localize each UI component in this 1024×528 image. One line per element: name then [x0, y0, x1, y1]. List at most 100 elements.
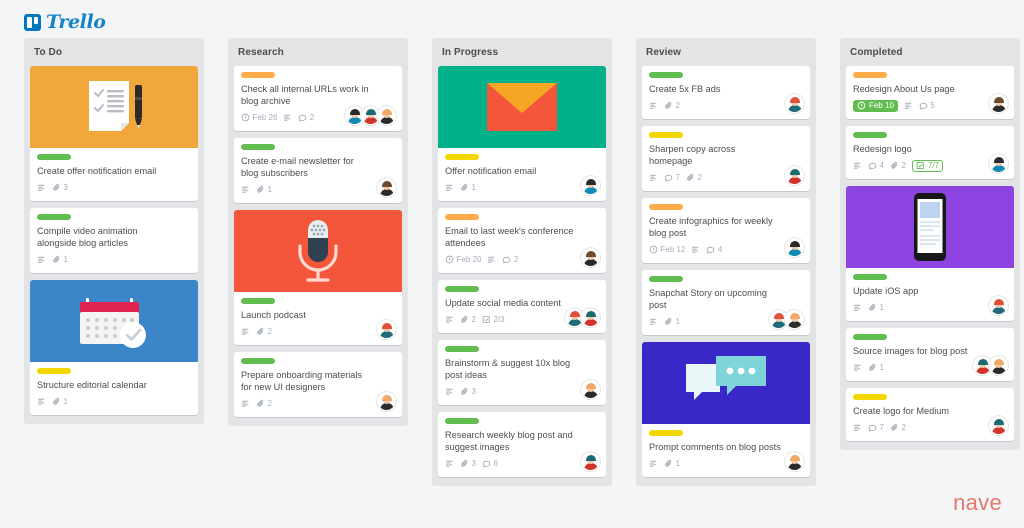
clock-icon — [241, 113, 250, 122]
card-label-green[interactable] — [445, 418, 479, 424]
column-title[interactable]: Completed — [846, 45, 1014, 66]
avatar[interactable] — [785, 238, 804, 257]
card-meta-attachment: 2 — [460, 315, 476, 324]
description-icon — [446, 184, 453, 191]
avatar[interactable] — [989, 94, 1008, 113]
card-label-orange[interactable] — [649, 204, 683, 210]
board-card[interactable]: Update social media content 2 2/3 — [438, 280, 606, 333]
avatar[interactable] — [581, 176, 600, 195]
card-label-orange[interactable] — [853, 72, 887, 78]
board-card[interactable]: Email to last week's conference attendee… — [438, 208, 606, 273]
avatar[interactable] — [785, 452, 804, 471]
card-label-green[interactable] — [37, 214, 71, 220]
description-icon — [38, 256, 45, 263]
card-label-yellow[interactable] — [649, 430, 683, 436]
column-title[interactable]: To Do — [30, 45, 198, 66]
card-meta-text: 2/3 — [493, 315, 505, 324]
chat-bubbles-illustration — [642, 342, 810, 424]
card-meta-description — [241, 185, 250, 194]
board-card[interactable]: Source images for blog post 1 — [846, 328, 1014, 381]
column-title[interactable]: Review — [642, 45, 810, 66]
card-meta-description — [649, 459, 658, 468]
card-label-yellow[interactable] — [853, 394, 887, 400]
avatar[interactable] — [785, 166, 804, 185]
checklist-icon — [482, 315, 490, 324]
card-meta: 2 — [649, 99, 803, 112]
card-label-green[interactable] — [445, 346, 479, 352]
board-card[interactable]: Create infographics for weekly blog post… — [642, 198, 810, 263]
board-card[interactable]: Create logo for Medium 7 2 — [846, 388, 1014, 441]
description-icon — [446, 316, 453, 323]
card-meta-checklist: 7/7 — [911, 159, 944, 172]
card-label-green[interactable] — [445, 286, 479, 292]
card-label-orange[interactable] — [241, 72, 275, 78]
card-label-green[interactable] — [37, 154, 71, 160]
card-label-yellow[interactable] — [37, 368, 71, 374]
card-label-green[interactable] — [649, 276, 683, 282]
avatar[interactable] — [989, 416, 1008, 435]
board-card[interactable]: Redesign logo 4 2 7/7 — [846, 126, 1014, 179]
card-label-orange[interactable] — [445, 214, 479, 220]
board-card[interactable]: Structure editorial calendar 1 — [30, 280, 198, 415]
attachment-icon — [461, 387, 468, 395]
avatar[interactable] — [377, 178, 396, 197]
card-meta-description — [445, 387, 454, 396]
board-card[interactable]: Update iOS app 1 — [846, 186, 1014, 321]
card-label-green[interactable] — [241, 298, 275, 304]
avatar[interactable] — [785, 94, 804, 113]
attachment-icon — [891, 423, 898, 431]
card-meta-description — [853, 423, 862, 432]
board-card[interactable]: Brainstorm & suggest 10x blog post ideas… — [438, 340, 606, 405]
avatar[interactable] — [581, 380, 600, 399]
board-card[interactable]: Snapchat Story on upcoming post 1 — [642, 270, 810, 335]
description-icon — [446, 388, 453, 395]
avatar[interactable] — [989, 154, 1008, 173]
board-card[interactable]: Research weekly blog post and suggest im… — [438, 412, 606, 477]
card-label-green[interactable] — [241, 144, 275, 150]
card-label-yellow[interactable] — [445, 154, 479, 160]
card-members — [581, 176, 600, 195]
card-meta-comment: 2 — [298, 113, 314, 122]
avatar[interactable] — [377, 106, 396, 125]
card-body: Redesign About Us page Feb 10 5 — [846, 66, 1014, 119]
column-title[interactable]: Research — [234, 45, 402, 66]
avatar[interactable] — [377, 392, 396, 411]
avatar[interactable] — [785, 310, 804, 329]
card-meta: Feb 10 5 — [853, 99, 1007, 112]
card-label-green[interactable] — [853, 274, 887, 280]
board-card[interactable]: Check all internal URLs work in blog arc… — [234, 66, 402, 131]
board-card[interactable]: Prepare onboarding materials for new UI … — [234, 352, 402, 417]
card-label-green[interactable] — [853, 132, 887, 138]
avatar-hair — [789, 96, 800, 104]
avatar[interactable] — [581, 248, 600, 267]
avatar[interactable] — [581, 308, 600, 327]
board-card[interactable]: Create offer notification email 3 — [30, 66, 198, 201]
board-card[interactable]: Launch podcast 2 — [234, 210, 402, 345]
card-label-green[interactable] — [649, 72, 683, 78]
board-card[interactable]: Prompt comments on blog posts 1 — [642, 342, 810, 477]
card-meta-attachment: 1 — [664, 459, 680, 468]
avatar[interactable] — [989, 356, 1008, 375]
board-card[interactable]: Create 5x FB ads 2 — [642, 66, 810, 119]
description-icon — [446, 460, 453, 467]
board-card[interactable]: Sharpen copy across homepage 7 2 — [642, 126, 810, 191]
card-meta-attachment: 1 — [868, 303, 884, 312]
card-meta-text: 3 — [63, 183, 68, 192]
board-card[interactable]: Create e-mail newsletter for blog subscr… — [234, 138, 402, 203]
card-label-green[interactable] — [241, 358, 275, 364]
card-label-yellow[interactable] — [649, 132, 683, 138]
card-meta: 72 — [853, 421, 1007, 434]
card-meta-text: Feb 12 — [660, 245, 686, 254]
card-label-green[interactable] — [853, 334, 887, 340]
board-card[interactable]: Offer notification email 1 — [438, 66, 606, 201]
board-card[interactable]: Compile video animation alongside blog a… — [30, 208, 198, 273]
avatar[interactable] — [989, 296, 1008, 315]
avatar[interactable] — [377, 320, 396, 339]
avatar[interactable] — [581, 452, 600, 471]
board-card[interactable]: Redesign About Us page Feb 10 5 — [846, 66, 1014, 119]
card-meta-comment: 6 — [482, 459, 498, 468]
trello-logo[interactable]: Trello — [24, 11, 106, 33]
card-body: Create offer notification email 3 — [30, 148, 198, 201]
column-title[interactable]: In Progress — [438, 45, 606, 66]
avatar-hair — [789, 454, 800, 462]
